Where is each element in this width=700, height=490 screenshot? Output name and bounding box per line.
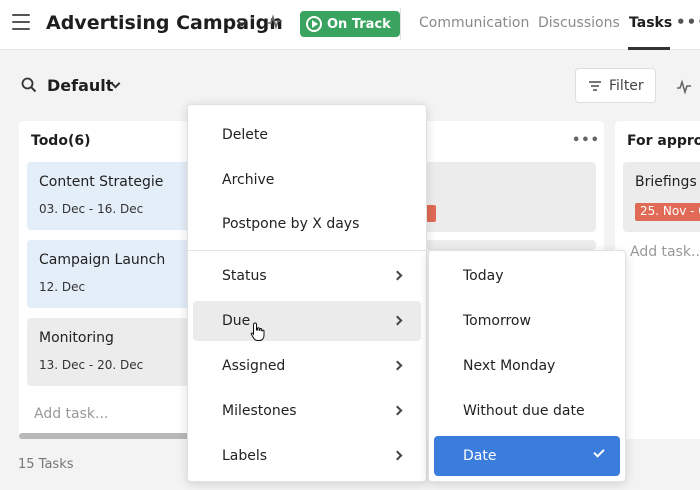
add-task-link[interactable]: Add task... [630, 244, 700, 260]
card-date: 12. Dec [39, 280, 86, 294]
submenu-item-label: Without due date [463, 403, 585, 419]
due-date-badge: 25. Nov - 03 [635, 203, 700, 221]
context-menu: Delete Archive Postpone by X days Status… [187, 104, 427, 482]
card-title: Campaign Launch [39, 252, 166, 268]
menu-item-delete[interactable]: Delete [193, 115, 421, 155]
task-card[interactable]: Briefings 25. Nov - 03 [623, 162, 700, 232]
tasks-count: 15 Tasks [18, 457, 74, 472]
hand-cursor-icon [250, 322, 265, 341]
task-card[interactable] [416, 240, 596, 250]
due-submenu: Today Tomorrow Next Monday Without due d… [428, 250, 626, 482]
tab-communication[interactable]: Communication [419, 15, 529, 31]
more-icon[interactable]: ••• [572, 133, 600, 148]
menu-item-archive[interactable]: Archive [193, 160, 421, 200]
chevron-right-icon [392, 315, 403, 326]
submenu-item-label: Today [463, 268, 504, 284]
more-icon[interactable]: ••• [676, 13, 700, 31]
column-for-approval: For approv Briefings 25. Nov - 03 Add ta… [615, 121, 700, 439]
submenu-item-today[interactable]: Today [434, 256, 620, 296]
activity-icon[interactable] [676, 79, 692, 95]
card-title: Content Strategie [39, 174, 164, 190]
filter-icon [589, 80, 601, 91]
menu-item-label: Labels [222, 448, 268, 464]
search-icon[interactable] [21, 77, 37, 93]
menu-item-label: Due [222, 313, 251, 329]
submenu-item-next-monday[interactable]: Next Monday [434, 346, 620, 386]
menu-item-label: Postpone by X days [222, 216, 360, 232]
card-date: 13. Dec - 20. Dec [39, 358, 144, 372]
status-label: On Track [327, 16, 391, 32]
submenu-item-without-due-date[interactable]: Without due date [434, 391, 620, 431]
play-circle-icon [306, 16, 322, 32]
submenu-item-label: Date [463, 448, 497, 464]
horizontal-scrollbar[interactable] [19, 433, 199, 439]
column-title: For approv [627, 133, 700, 149]
submenu-item-label: Tomorrow [463, 313, 531, 329]
menu-item-milestones[interactable]: Milestones [193, 391, 421, 431]
task-card[interactable]: Monitoring 13. Dec - 20. Dec [27, 318, 211, 386]
divider [400, 8, 401, 40]
menu-item-postpone[interactable]: Postpone by X days [193, 204, 421, 244]
chevron-right-icon [392, 405, 403, 416]
card-title: Monitoring [39, 330, 114, 346]
view-selector[interactable]: Default [47, 76, 113, 95]
active-tab-indicator [628, 47, 670, 50]
menu-item-label: Milestones [222, 403, 297, 419]
menu-item-assigned[interactable]: Assigned [193, 346, 421, 386]
task-card[interactable]: Campaign Launch 12. Dec [27, 240, 211, 308]
chevron-right-icon [392, 450, 403, 461]
filter-label: Filter [609, 77, 644, 94]
tab-tasks[interactable]: Tasks [629, 15, 672, 31]
submenu-item-label: Next Monday [463, 358, 556, 374]
menu-item-label: Delete [222, 127, 268, 143]
chevron-right-icon [392, 270, 403, 281]
menu-item-label: Archive [222, 172, 275, 188]
status-badge[interactable]: On Track [300, 11, 400, 37]
menu-item-due[interactable]: Due [193, 301, 421, 341]
submenu-item-date[interactable]: Date [434, 436, 620, 476]
add-task-link[interactable]: Add task... [34, 406, 108, 422]
top-bar: Advertising Campaign On Track Communicat… [0, 0, 700, 50]
menu-item-labels[interactable]: Labels [193, 436, 421, 476]
menu-separator [188, 250, 426, 251]
column-title: Todo(6) [31, 133, 91, 149]
chevron-right-icon [392, 360, 403, 371]
submenu-item-tomorrow[interactable]: Tomorrow [434, 301, 620, 341]
menu-item-status[interactable]: Status [193, 256, 421, 296]
check-icon [593, 446, 605, 458]
menu-item-label: Status [222, 268, 267, 284]
hamburger-icon[interactable] [12, 14, 30, 30]
card-title: Briefings [635, 174, 697, 190]
filter-button[interactable]: Filter [575, 68, 656, 103]
tab-discussions[interactable]: Discussions [538, 15, 620, 31]
activity-icon[interactable] [267, 14, 283, 30]
menu-item-label: Assigned [222, 358, 286, 374]
task-card[interactable] [416, 162, 596, 232]
project-title[interactable]: Advertising Campaign [46, 12, 283, 34]
card-date: 03. Dec - 16. Dec [39, 202, 144, 216]
task-card[interactable]: Content Strategie 03. Dec - 16. Dec [27, 162, 211, 230]
